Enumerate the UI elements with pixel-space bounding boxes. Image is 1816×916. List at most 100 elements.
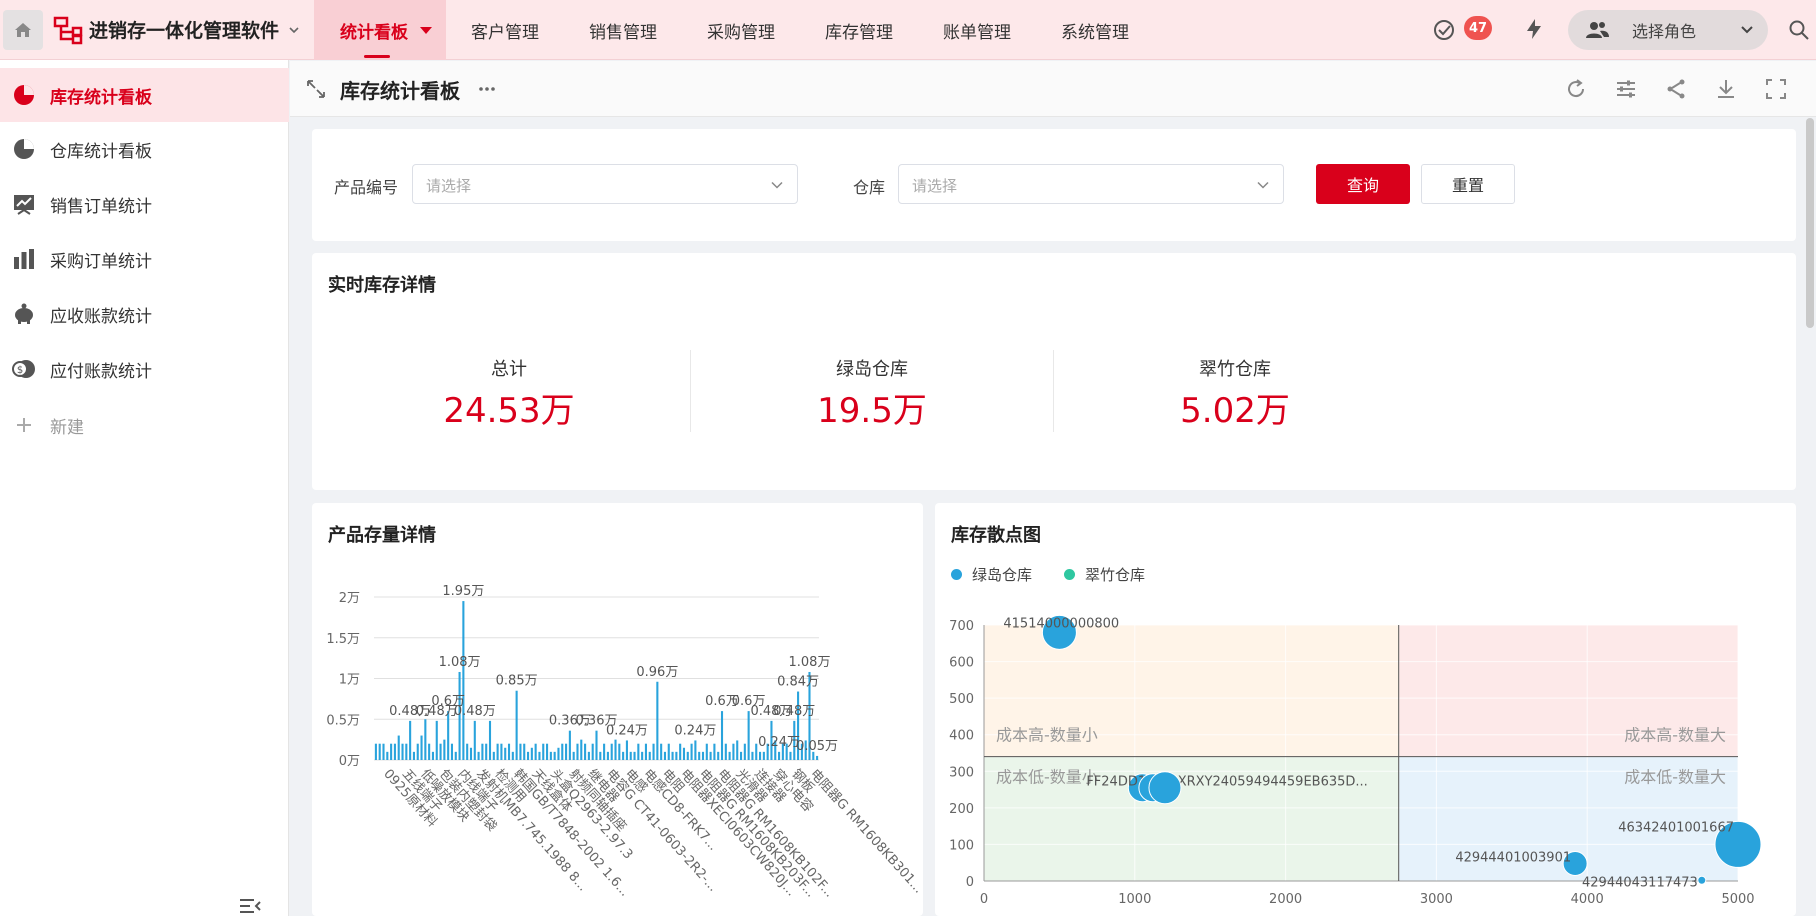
divider bbox=[1053, 350, 1054, 432]
sidebar-item-inventory-dashboard[interactable]: 库存统计看板 bbox=[0, 68, 289, 122]
home-icon bbox=[15, 22, 31, 37]
bar bbox=[751, 751, 754, 760]
nav-item-customers[interactable]: 客户管理 bbox=[446, 0, 564, 60]
bar bbox=[641, 751, 644, 760]
chevron-down-icon[interactable] bbox=[287, 23, 301, 37]
nav-item-statistics[interactable]: 统计看板 bbox=[314, 0, 446, 60]
nav-item-bills[interactable]: 账单管理 bbox=[918, 0, 1036, 60]
share-icon[interactable] bbox=[1664, 77, 1688, 101]
sidebar-item-payable-stats[interactable]: $ 应付账款统计 bbox=[0, 342, 289, 396]
bar bbox=[587, 751, 590, 760]
role-placeholder: 选择角色 bbox=[1632, 22, 1697, 41]
top-bar: 进销存一体化管理软件 统计看板 客户管理 销售管理 采购管理 库存管理 账单管理… bbox=[0, 0, 1816, 60]
coins-icon: $ bbox=[12, 360, 35, 378]
product-stock-card: 产品存量详情 0万 0.5万 1万 1.5万 2万 1.95万 1.08万 0.6万 0.48万… bbox=[312, 503, 923, 916]
sidebar-item-label: 采购订单统计 bbox=[50, 251, 152, 272]
settings-sliders-icon[interactable] bbox=[1614, 77, 1638, 101]
y-tick-label: 1万 bbox=[339, 673, 360, 688]
bar bbox=[534, 743, 537, 760]
data-label: 0.48万 bbox=[416, 704, 458, 719]
product-code-select[interactable]: 请选择 bbox=[412, 164, 798, 204]
bar bbox=[625, 740, 628, 760]
bar bbox=[652, 743, 655, 760]
nav-label: 统计看板 bbox=[340, 22, 408, 43]
bar bbox=[530, 747, 533, 760]
scatter-point bbox=[1148, 771, 1182, 805]
lightning-icon[interactable] bbox=[1522, 17, 1546, 41]
bar bbox=[462, 601, 465, 760]
bar bbox=[428, 743, 431, 760]
bar bbox=[705, 743, 708, 760]
fullscreen-icon[interactable] bbox=[1764, 77, 1788, 101]
stat-label: 翠竹仓库 bbox=[1199, 359, 1271, 380]
bar bbox=[439, 743, 442, 760]
bar bbox=[515, 690, 518, 760]
task-check-icon[interactable] bbox=[1432, 18, 1456, 42]
stat-label: 总计 bbox=[491, 359, 527, 380]
more-icon[interactable] bbox=[478, 86, 496, 92]
nav-item-purchase[interactable]: 采购管理 bbox=[682, 0, 800, 60]
refresh-icon[interactable] bbox=[1564, 77, 1588, 101]
y-tick-label: 100 bbox=[949, 838, 974, 853]
page-scrollbar[interactable] bbox=[1806, 118, 1814, 328]
bar bbox=[565, 743, 568, 760]
product-stock-bar-chart: 0万0.5万1万1.5万2万 1.95万1.08万0.6万0.48万0.48万0.… bbox=[326, 584, 923, 900]
notification-badge[interactable]: 47 bbox=[1464, 16, 1492, 40]
bar bbox=[614, 739, 617, 760]
collapse-menu-icon[interactable] bbox=[238, 896, 262, 916]
quadrant-label: 成本低-数量大 bbox=[1624, 768, 1726, 787]
bar bbox=[663, 751, 667, 760]
bar bbox=[416, 743, 419, 760]
stock-scatter-chart: 0 1000 2000 3000 4000 5000 0 100 200 300 400 500 600… bbox=[949, 614, 1762, 907]
nav-item-inventory[interactable]: 库存管理 bbox=[800, 0, 918, 60]
bar bbox=[759, 751, 762, 760]
stat-label: 绿岛仓库 bbox=[836, 359, 908, 380]
data-label: 1.08万 bbox=[439, 655, 481, 670]
download-icon[interactable] bbox=[1714, 77, 1738, 101]
nav-label: 销售管理 bbox=[589, 22, 657, 43]
bar bbox=[816, 755, 819, 760]
point-label: 46342401001667 bbox=[1618, 820, 1734, 835]
collapse-arrows-icon[interactable] bbox=[306, 79, 326, 99]
bar bbox=[747, 711, 750, 760]
search-icon[interactable] bbox=[1788, 19, 1810, 41]
sidebar-item-purchase-stats[interactable]: 采购订单统计 bbox=[0, 232, 289, 286]
bar bbox=[568, 730, 571, 760]
divider bbox=[690, 350, 691, 432]
sidebar-item-receivable-stats[interactable]: 应收账款统计 bbox=[0, 287, 289, 341]
reset-button[interactable]: 重置 bbox=[1421, 164, 1515, 204]
data-label: 0.84万 bbox=[777, 675, 819, 690]
bar bbox=[500, 743, 503, 760]
stat-cuizhu-warehouse: 翠竹仓库 5.02万 bbox=[1115, 355, 1355, 432]
data-label: 0.48万 bbox=[454, 704, 496, 719]
bar bbox=[720, 711, 724, 760]
warehouse-select[interactable]: 请选择 bbox=[898, 164, 1284, 204]
y-tick-label: 700 bbox=[949, 619, 974, 634]
bar bbox=[542, 743, 545, 760]
bar bbox=[507, 743, 511, 760]
bar bbox=[511, 751, 514, 760]
y-tick-label: 500 bbox=[949, 692, 974, 707]
realtime-stock-title: 实时库存详情 bbox=[328, 275, 436, 296]
sidebar-item-warehouse-dashboard[interactable]: 仓库统计看板 bbox=[0, 122, 289, 176]
nav-item-sales[interactable]: 销售管理 bbox=[564, 0, 682, 60]
nav-item-system[interactable]: 系统管理 bbox=[1036, 0, 1154, 60]
sidebar-new-button[interactable]: 新建 bbox=[0, 398, 289, 452]
query-button[interactable]: 查询 bbox=[1316, 164, 1410, 204]
bar bbox=[420, 735, 423, 760]
bar bbox=[393, 743, 396, 760]
page-header: 库存统计看板 bbox=[290, 61, 1816, 117]
role-select[interactable]: 选择角色 bbox=[1568, 10, 1768, 50]
bar bbox=[682, 747, 686, 760]
data-label: 0.85万 bbox=[496, 674, 538, 689]
bar bbox=[526, 751, 530, 760]
home-button[interactable] bbox=[3, 9, 43, 50]
sidebar-item-sales-stats[interactable]: 销售订单统计 bbox=[0, 177, 289, 231]
y-tick-label: 400 bbox=[949, 729, 974, 744]
bar bbox=[553, 751, 556, 760]
bar bbox=[496, 743, 499, 760]
point-label: 42944043117473 bbox=[1582, 875, 1698, 890]
bar bbox=[671, 751, 674, 760]
bar bbox=[546, 743, 549, 760]
bar bbox=[728, 751, 731, 760]
